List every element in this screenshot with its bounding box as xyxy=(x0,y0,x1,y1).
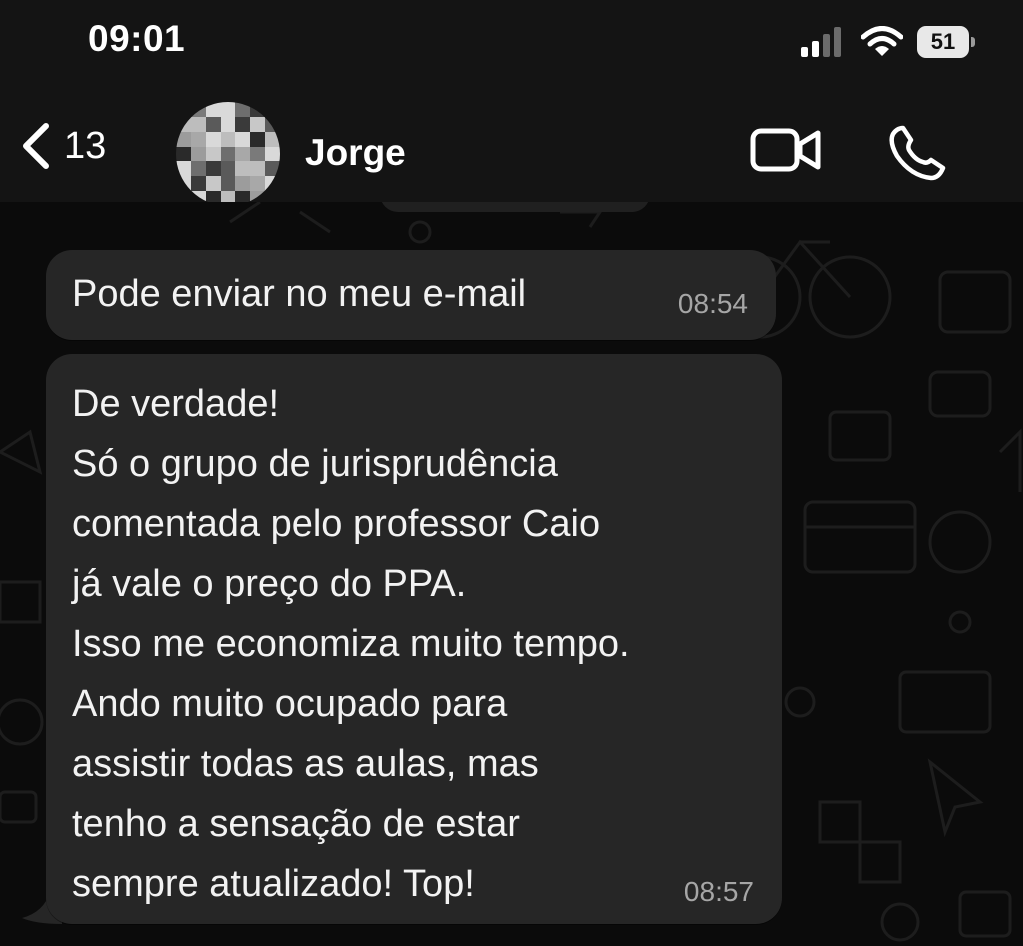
avatar-pixel xyxy=(250,102,266,117)
avatar-pixel xyxy=(235,116,251,132)
partial-message-bubble xyxy=(380,202,650,212)
message-line: tenho a sensação de estar xyxy=(72,803,520,845)
avatar-pixel xyxy=(220,146,236,162)
chat-area[interactable]: Pode enviar no meu e-mail 08:54 De verda… xyxy=(0,202,1023,946)
message-line: Ando muito ocupado para xyxy=(72,683,508,725)
avatar-pixel xyxy=(265,146,280,162)
status-bar: 09:01 51 xyxy=(0,0,1023,90)
avatar-pixel xyxy=(235,146,251,162)
avatar[interactable] xyxy=(176,102,280,206)
blurred-avatar-image xyxy=(176,102,280,206)
message-timestamp: 08:57 xyxy=(683,876,754,907)
avatar-pixel xyxy=(190,102,206,117)
avatar-pixel xyxy=(265,116,280,132)
avatar-pixel xyxy=(205,102,221,117)
avatar-pixel xyxy=(220,116,236,132)
avatar-pixel xyxy=(250,146,266,162)
avatar-pixel xyxy=(190,146,206,162)
avatar-pixel xyxy=(235,176,251,192)
status-time: 09:01 xyxy=(88,18,186,59)
wifi-icon xyxy=(861,26,903,56)
avatar-pixel xyxy=(176,176,191,192)
chevron-left-icon xyxy=(23,123,49,169)
message-bubble[interactable]: Pode enviar no meu e-mail 08:54 xyxy=(46,250,776,340)
avatar-pixel xyxy=(176,161,191,177)
message-text: De verdade! Só o grupo de jurisprudência… xyxy=(72,374,630,914)
chat-header: 13 Jorge xyxy=(0,90,1023,206)
avatar-pixel xyxy=(235,131,251,147)
contact-name[interactable]: Jorge xyxy=(305,132,406,174)
avatar-pixel xyxy=(205,131,221,147)
avatar-pixel xyxy=(176,146,191,162)
message-line: sempre atualizado! Top! xyxy=(72,863,475,905)
avatar-pixel xyxy=(265,131,280,147)
message-line: já vale o preço do PPA. xyxy=(72,563,467,605)
avatar-pixel xyxy=(190,161,206,177)
avatar-pixel xyxy=(205,176,221,192)
avatar-pixel xyxy=(190,116,206,132)
avatar-pixel xyxy=(176,116,191,132)
avatar-pixel xyxy=(250,176,266,192)
message-bubble[interactable]: De verdade! Só o grupo de jurisprudência… xyxy=(46,354,782,924)
video-camera-icon[interactable] xyxy=(750,128,822,172)
message-line: Só o grupo de jurisprudência xyxy=(72,443,558,485)
avatar-pixel xyxy=(176,102,191,117)
avatar-pixel xyxy=(205,116,221,132)
avatar-pixel xyxy=(265,161,280,177)
avatar-pixel xyxy=(220,176,236,192)
cellular-signal-icon xyxy=(801,27,841,57)
battery-icon: 51 xyxy=(917,26,975,58)
message-line: Isso me economiza muito tempo. xyxy=(72,623,630,665)
avatar-pixel xyxy=(250,116,266,132)
avatar-pixel xyxy=(220,161,236,177)
message-line: assistir todas as aulas, mas xyxy=(72,743,539,785)
avatar-pixel xyxy=(220,102,236,117)
unread-count: 13 xyxy=(64,124,107,167)
avatar-pixel xyxy=(265,102,280,117)
avatar-pixel xyxy=(205,161,221,177)
message-line: De verdade! xyxy=(72,383,280,425)
avatar-pixel xyxy=(176,131,191,147)
avatar-pixel xyxy=(220,131,236,147)
message-timestamp: 08:54 xyxy=(677,288,748,319)
avatar-pixel xyxy=(250,131,266,147)
avatar-pixel xyxy=(250,161,266,177)
back-button[interactable]: 13 xyxy=(18,120,106,172)
phone-icon[interactable] xyxy=(887,122,947,182)
message-text: Pode enviar no meu e-mail xyxy=(72,273,527,315)
battery-level: 51 xyxy=(930,29,956,54)
status-icons: 51 xyxy=(801,24,975,60)
avatar-pixel xyxy=(235,161,251,177)
avatar-pixel xyxy=(190,176,206,192)
avatar-pixel xyxy=(190,131,206,147)
avatar-pixel xyxy=(265,176,280,192)
avatar-pixel xyxy=(205,146,221,162)
avatar-pixel xyxy=(235,102,251,117)
message-line: comentada pelo professor Caio xyxy=(72,503,601,545)
